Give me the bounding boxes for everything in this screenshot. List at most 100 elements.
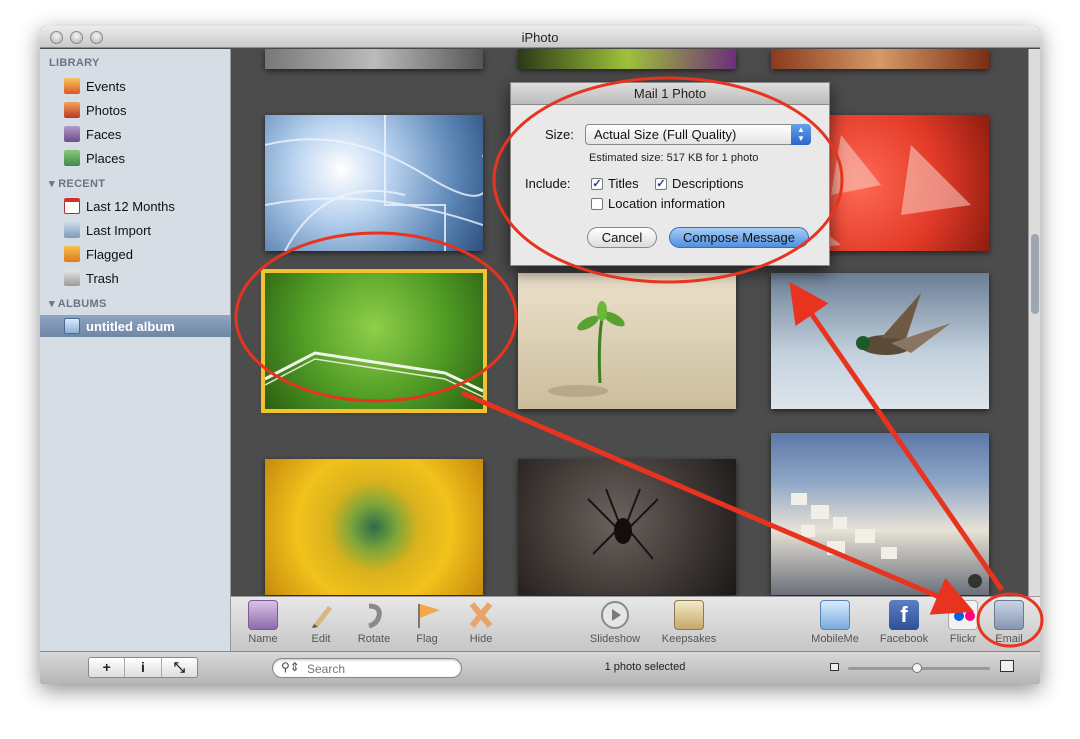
location-checkbox[interactable]: Location information	[591, 196, 725, 211]
sidebar-header-library: LIBRARY	[49, 57, 100, 69]
iphoto-window: iPhoto LIBRARY Events Photos Faces Place…	[40, 26, 1040, 684]
zoom-large-icon[interactable]	[1000, 660, 1014, 672]
sidebar-header-albums[interactable]: ▾ ALBUMS	[49, 297, 107, 310]
photo-grid-scrollbar[interactable]	[1028, 49, 1040, 596]
titles-label: Titles	[608, 176, 639, 191]
facebook-icon: f	[889, 600, 919, 630]
sidebar-item-label: Last 12 Months	[86, 198, 175, 214]
descriptions-checkbox[interactable]: ✓ Descriptions	[655, 176, 744, 191]
hide-button-label: Hide	[469, 633, 493, 645]
photo-thumbnail[interactable]	[518, 273, 736, 409]
trash-icon	[64, 270, 80, 286]
hide-button[interactable]: Hide	[461, 600, 501, 645]
photo-thumbnail[interactable]	[265, 459, 483, 595]
sidebar: LIBRARY Events Photos Faces Places ▾ REC…	[40, 49, 231, 651]
photo-thumbnail-selected[interactable]	[261, 269, 487, 413]
checkmark-icon: ✓	[655, 177, 667, 190]
title-bar: iPhoto	[40, 26, 1040, 48]
sidebar-item-photos[interactable]: Photos	[64, 99, 224, 121]
zoom-slider[interactable]	[848, 663, 990, 673]
rotate-button[interactable]: Rotate	[351, 600, 397, 645]
facebook-button[interactable]: f Facebook	[877, 600, 931, 645]
flickr-icon	[948, 600, 978, 630]
sidebar-item-label: Events	[86, 78, 126, 94]
flying-duck-image	[856, 293, 951, 355]
search-icon[interactable]: ⚲⇕	[281, 660, 300, 674]
play-icon	[600, 600, 630, 630]
slideshow-button[interactable]: Slideshow	[585, 600, 645, 645]
email-stamp-icon	[994, 600, 1024, 630]
sidebar-header-recent[interactable]: ▾ RECENT	[49, 177, 105, 190]
search-input[interactable]	[307, 661, 455, 676]
sidebar-item-label: untitled album	[86, 318, 175, 334]
photo-thumbnail[interactable]	[518, 459, 736, 595]
cancel-button[interactable]: Cancel	[587, 227, 657, 248]
name-button-label: Name	[248, 633, 278, 645]
photo-thumbnail[interactable]	[771, 433, 989, 595]
sidebar-item-trash[interactable]: Trash	[64, 267, 224, 289]
zoom-small-icon[interactable]	[830, 663, 839, 671]
sidebar-item-label: Flagged	[86, 246, 133, 262]
rotate-button-label: Rotate	[357, 633, 391, 645]
flag-button[interactable]: Flag	[407, 600, 447, 645]
selection-status: 1 photo selected	[604, 661, 686, 673]
events-icon	[64, 78, 80, 94]
sidebar-item-places[interactable]: Places	[64, 147, 224, 169]
estimated-size: Estimated size: 517 KB for 1 photo	[589, 152, 759, 164]
mobileme-button[interactable]: MobileMe	[809, 600, 861, 645]
email-button-label: Email	[995, 633, 1023, 645]
compose-message-button[interactable]: Compose Message	[669, 227, 809, 248]
name-button[interactable]: Name	[243, 600, 283, 645]
titles-checkbox[interactable]: ✓ Titles	[591, 176, 639, 191]
keepsakes-icon	[674, 600, 704, 630]
sidebar-item-events[interactable]: Events	[64, 75, 224, 97]
import-icon	[64, 222, 80, 238]
zoom-slider-thumb[interactable]	[912, 663, 922, 673]
fullscreen-button[interactable]: ⤡	[162, 658, 197, 677]
include-label: Include:	[525, 176, 571, 191]
descriptions-label: Descriptions	[672, 176, 744, 191]
photo-thumbnail[interactable]	[771, 49, 989, 69]
info-button[interactable]: i	[125, 658, 162, 677]
sidebar-item-label: Faces	[86, 126, 122, 142]
add-album-button[interactable]: +	[89, 658, 126, 677]
sidebar-item-label: Last Import	[86, 222, 152, 238]
photo-info-icon[interactable]	[968, 574, 982, 588]
rotate-icon	[359, 600, 389, 630]
sidebar-item-untitled-album[interactable]: untitled album	[40, 315, 231, 337]
photo-thumbnail[interactable]	[265, 49, 483, 69]
abstract-lines-image	[265, 115, 483, 251]
flag-icon	[64, 246, 80, 262]
photo-thumbnail[interactable]	[518, 49, 736, 69]
bottom-bar: + i ⤡ ⚲⇕ 1 photo selected	[40, 651, 1040, 684]
chevron-updown-icon: ▲ ▼	[791, 124, 811, 145]
hide-x-icon	[466, 600, 496, 630]
sidebar-item-last-12-months[interactable]: Last 12 Months	[64, 195, 224, 217]
mail-photo-dialog: Mail 1 Photo Size: Actual Size (Full Qua…	[510, 82, 830, 266]
mobileme-button-label: MobileMe	[811, 633, 859, 645]
window-title: iPhoto	[521, 30, 559, 45]
email-button[interactable]: Email	[989, 600, 1029, 645]
edit-button[interactable]: Edit	[301, 600, 341, 645]
checkmark-icon: ✓	[591, 177, 603, 190]
sidebar-item-faces[interactable]: Faces	[64, 123, 224, 145]
sprout-image	[548, 301, 625, 397]
sidebar-item-last-import[interactable]: Last Import	[64, 219, 224, 241]
photo-thumbnail[interactable]	[771, 273, 989, 409]
toolbar: Name Edit Rotate Flag Hide Slideshow Kee…	[231, 596, 1040, 651]
grass-fence-image	[265, 351, 483, 398]
dialog-title: Mail 1 Photo	[511, 83, 829, 105]
flickr-button[interactable]: Flickr	[943, 600, 983, 645]
size-select[interactable]: Actual Size (Full Quality) ▲ ▼	[585, 124, 811, 145]
sidebar-item-flagged[interactable]: Flagged	[64, 243, 224, 265]
keepsakes-button[interactable]: Keepsakes	[657, 600, 721, 645]
scroll-thumb[interactable]	[1031, 234, 1039, 314]
photo-thumbnail[interactable]	[265, 115, 483, 251]
search-field[interactable]: ⚲⇕	[272, 658, 462, 678]
sidebar-item-label: Photos	[86, 102, 127, 118]
unchecked-box	[591, 197, 603, 210]
sidebar-item-label: Places	[86, 150, 126, 166]
sidebar-item-label: Trash	[86, 270, 119, 286]
flag-icon	[412, 600, 442, 630]
source-controls: + i ⤡	[88, 657, 198, 678]
